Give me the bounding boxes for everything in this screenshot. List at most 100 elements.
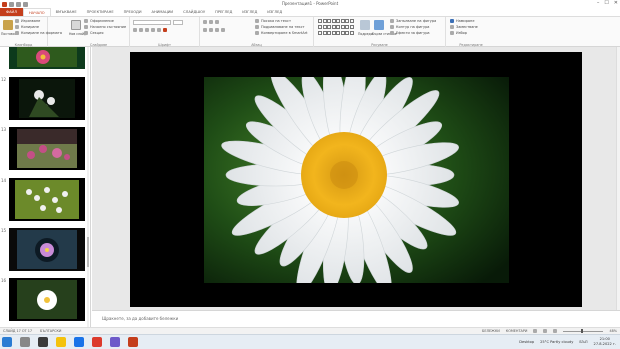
font-group: Шрифт <box>130 17 200 48</box>
strikethrough-icon[interactable] <box>151 28 155 32</box>
align-right-icon[interactable] <box>215 28 219 32</box>
scrollbar-thumb[interactable] <box>87 237 89 267</box>
editing-group: Намиране Заместване Избор Редактиране <box>446 17 496 48</box>
slide-counter: СЛАЙД 17 ОТ 17 <box>3 329 33 333</box>
close-button[interactable]: ✕ <box>614 0 618 6</box>
paragraph-group: Посока на текст Подравняване на текст Ко… <box>200 17 314 48</box>
quick-styles-icon[interactable] <box>374 20 384 30</box>
notes-button[interactable]: БЕЛЕЖКИ <box>482 329 500 333</box>
slide-thumbnail[interactable]: 12 <box>0 77 88 123</box>
align-left-icon[interactable] <box>203 28 207 32</box>
tab-slideshow[interactable]: СЛАЙДШОУ <box>178 8 210 16</box>
scissors-icon <box>15 19 19 23</box>
thumbnail-image <box>9 278 85 321</box>
tab-animations[interactable]: АНИМАЦИИ <box>147 8 179 16</box>
font-color-icon[interactable] <box>163 28 167 32</box>
thumbnail-image <box>9 47 85 69</box>
paste-icon[interactable] <box>3 20 13 30</box>
shape-effects-button[interactable]: Ефекти за фигура <box>390 31 430 35</box>
text-direction-button[interactable]: Посока на текст <box>255 19 291 23</box>
replace-button[interactable]: Заместване <box>450 25 478 29</box>
normal-view-icon[interactable] <box>533 329 538 333</box>
tab-review[interactable]: ПРЕГЛЕД <box>210 8 237 16</box>
find-button[interactable]: Намиране <box>450 19 475 23</box>
weather-widget[interactable]: 25°C Partly cloudy <box>540 340 573 344</box>
font-name-select[interactable] <box>133 20 171 25</box>
tab-design[interactable]: ПРОЕКТИРАНЕ <box>82 8 119 16</box>
thumbnail-image <box>9 127 85 170</box>
slide-thumbnail-pane[interactable]: 12 13 14 15 16 <box>0 47 91 327</box>
bullets-icon[interactable] <box>203 20 207 24</box>
shape-fill-button[interactable]: Запълване на фигура <box>390 19 436 23</box>
copy-icon <box>15 25 19 29</box>
language-indicator[interactable]: БЪЛГАРСКИ <box>40 329 61 333</box>
tab-transitions[interactable]: ПРЕХОДИ <box>119 8 147 16</box>
reading-view-icon[interactable] <box>553 329 558 333</box>
tab-view[interactable]: ИЗГЛЕД <box>237 8 262 16</box>
current-slide[interactable] <box>130 52 582 307</box>
italic-icon[interactable] <box>139 28 143 32</box>
minimize-button[interactable]: – <box>597 0 600 6</box>
underline-icon[interactable] <box>145 28 149 32</box>
font-size-select[interactable] <box>173 20 183 25</box>
comments-button[interactable]: КОМЕНТАРИ <box>506 329 528 333</box>
select-icon <box>450 31 454 35</box>
edge-icon[interactable] <box>74 337 84 347</box>
system-clock[interactable]: 21:00 27.8.2022 г. <box>594 337 616 347</box>
numbering-icon[interactable] <box>209 20 213 24</box>
smartart-button[interactable]: Конвертиране в SmartArt <box>255 31 308 35</box>
effects-icon <box>390 31 394 35</box>
slide-thumbnail[interactable]: 14 <box>0 178 88 224</box>
chrome-icon[interactable] <box>92 337 102 347</box>
format-painter-button[interactable]: Копиране на формата <box>15 31 62 35</box>
desktop-toolbar[interactable]: Desktop <box>519 340 534 344</box>
section-icon <box>84 31 88 35</box>
reset-button[interactable]: Начално състояние <box>84 25 126 29</box>
shadow-icon[interactable] <box>157 28 161 32</box>
arrange-button[interactable]: Подреди <box>358 32 373 36</box>
file-explorer-icon[interactable] <box>56 337 66 347</box>
tab-file[interactable]: ФАЙЛ <box>0 8 23 16</box>
bold-icon[interactable] <box>133 28 137 32</box>
arrange-icon[interactable] <box>360 20 370 30</box>
section-button[interactable]: Секция <box>84 31 103 35</box>
align-center-icon[interactable] <box>209 28 213 32</box>
new-slide-icon[interactable] <box>71 20 81 30</box>
thumbnail-image <box>9 77 85 120</box>
zoom-level[interactable]: 48% <box>609 329 617 333</box>
justify-icon[interactable] <box>221 28 225 32</box>
shape-outline-button[interactable]: Контур на фигура <box>390 25 429 29</box>
teams-icon[interactable] <box>110 337 120 347</box>
notes-placeholder[interactable]: Щракнете, за да добавите бележки <box>102 316 178 321</box>
text-direction-icon <box>255 19 259 23</box>
notes-pane[interactable]: Щракнете, за да добавите бележки <box>92 310 620 327</box>
select-button[interactable]: Избор <box>450 31 467 35</box>
align-text-button[interactable]: Подравняване на текст <box>255 25 305 29</box>
copy-button[interactable]: Копиране <box>15 25 39 29</box>
layout-button[interactable]: Оформление <box>84 19 114 23</box>
input-language[interactable]: БЪЛ <box>579 340 587 344</box>
slide-thumbnail[interactable]: 13 <box>0 127 88 173</box>
slide-thumbnail[interactable]: 15 <box>0 228 88 274</box>
cut-button[interactable]: Изрязване <box>15 19 40 23</box>
slide-thumbnail[interactable]: 16 <box>0 278 88 324</box>
tab-home[interactable]: НАЧАЛО <box>22 8 51 16</box>
daisy-photo[interactable] <box>204 77 509 283</box>
start-icon[interactable] <box>2 337 12 347</box>
powerpoint-taskbar-icon[interactable] <box>128 337 138 347</box>
fill-icon <box>390 19 394 23</box>
search-icon[interactable] <box>20 337 30 347</box>
maximize-button[interactable]: ☐ <box>604 0 608 6</box>
outline-icon <box>390 25 394 29</box>
tab-insert[interactable]: ВМЪКВАНЕ <box>51 8 82 16</box>
slide-sorter-icon[interactable] <box>543 329 548 333</box>
task-view-icon[interactable] <box>38 337 48 347</box>
tab-control[interactable]: ИЗГЛЕД <box>262 8 287 16</box>
shapes-gallery[interactable] <box>318 19 354 37</box>
canvas-scrollbar[interactable] <box>616 47 620 310</box>
thumbnail-scrollbar[interactable] <box>87 47 89 327</box>
zoom-slider[interactable] <box>563 329 604 333</box>
title-bar: Презентация1 - PowerPoint – ☐ ✕ <box>0 0 620 8</box>
replace-icon <box>450 25 454 29</box>
indent-icon[interactable] <box>215 20 219 24</box>
